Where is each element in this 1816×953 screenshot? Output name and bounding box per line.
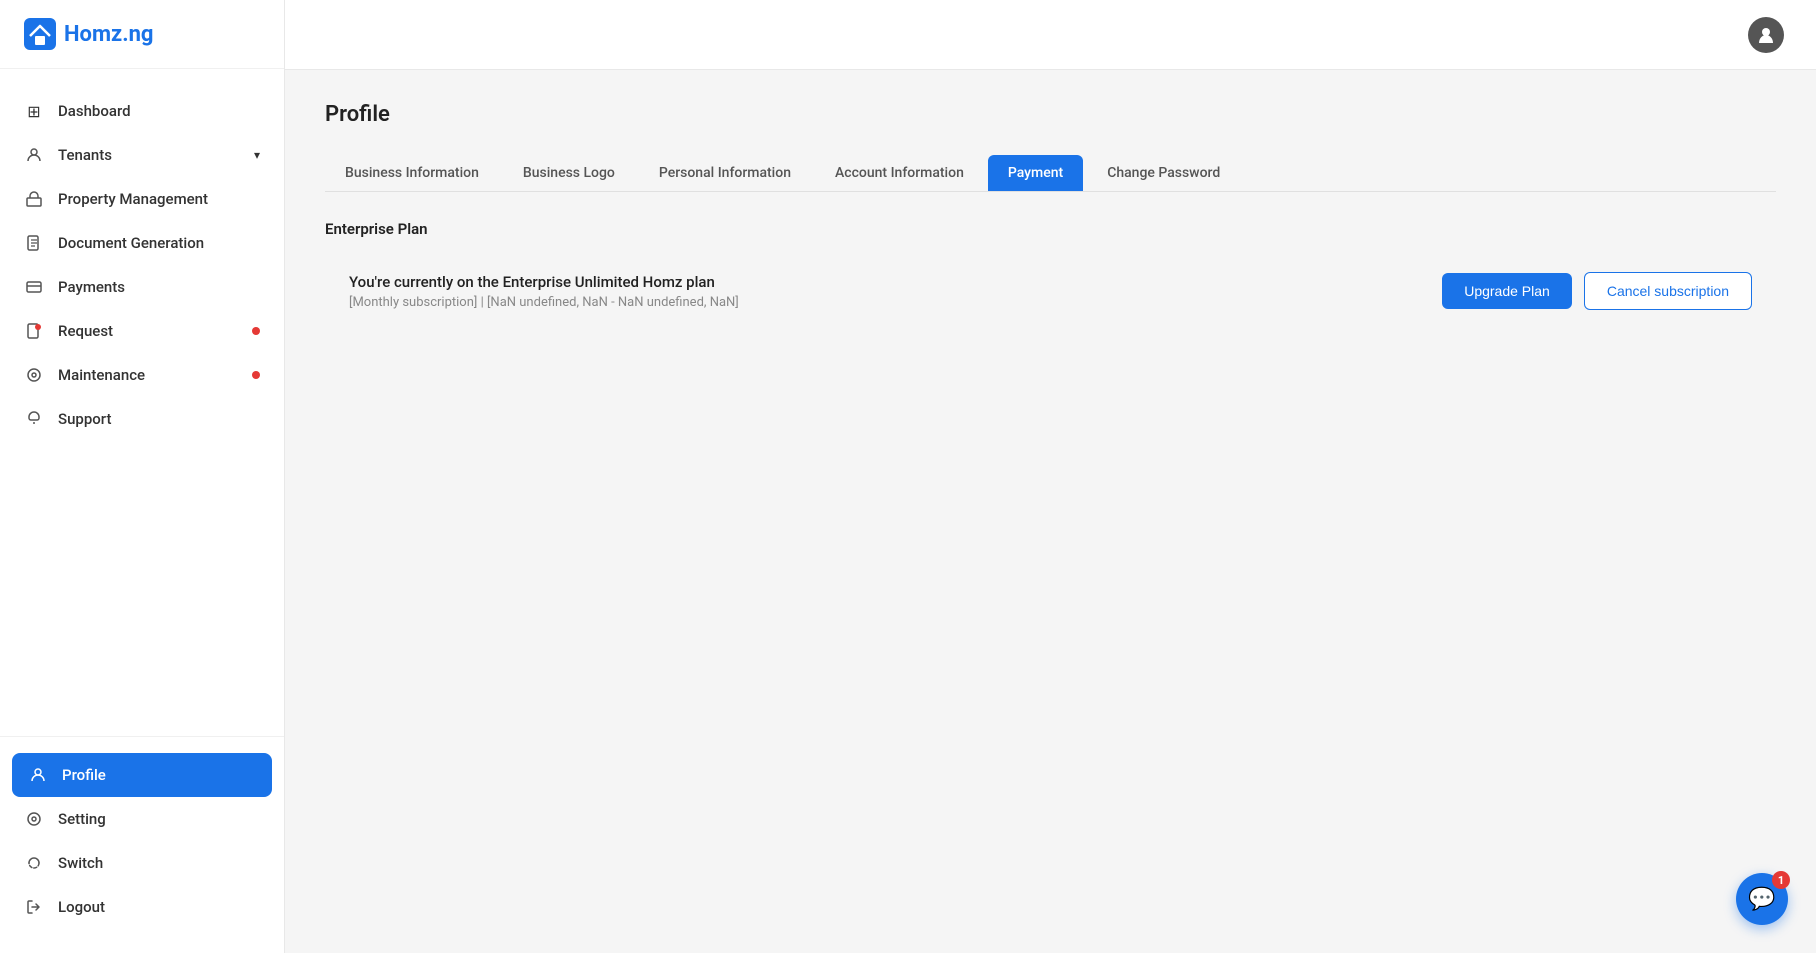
upgrade-plan-button[interactable]: Upgrade Plan <box>1442 273 1572 309</box>
sidebar-item-label: Payments <box>58 278 125 296</box>
setting-icon <box>24 809 44 829</box>
payments-icon <box>24 277 44 297</box>
chat-icon: 💬 <box>1748 887 1775 912</box>
maintenance-badge <box>252 371 260 379</box>
sidebar-item-label: Document Generation <box>58 234 204 252</box>
request-badge <box>252 327 260 335</box>
tab-account-information[interactable]: Account Information <box>815 155 984 191</box>
sidebar-item-setting[interactable]: Setting <box>0 797 284 841</box>
sidebar-item-switch[interactable]: Switch <box>0 841 284 885</box>
chat-fab[interactable]: 💬 1 <box>1736 873 1788 925</box>
main-nav: ⊞ Dashboard Tenants ▾ Property Managemen… <box>0 69 284 736</box>
tab-business-logo[interactable]: Business Logo <box>503 155 635 191</box>
sidebar-item-document-generation[interactable]: Document Generation <box>0 221 284 265</box>
sidebar-item-profile[interactable]: Profile <box>12 753 272 797</box>
sidebar-item-label: Profile <box>62 766 106 784</box>
tab-change-password[interactable]: Change Password <box>1087 155 1240 191</box>
sidebar-item-label: Property Management <box>58 190 208 208</box>
tab-payment[interactable]: Payment <box>988 155 1083 191</box>
switch-icon <box>24 853 44 873</box>
payment-section: Enterprise Plan You're currently on the … <box>325 220 1776 330</box>
sidebar-item-support[interactable]: Support <box>0 397 284 441</box>
sidebar-item-maintenance[interactable]: Maintenance <box>0 353 284 397</box>
sidebar: Homz.ng ⊞ Dashboard Tenants ▾ Property M… <box>0 0 285 953</box>
tab-personal-information[interactable]: Personal Information <box>639 155 811 191</box>
sidebar-bottom: Profile Setting Switch Logout <box>0 736 284 953</box>
sidebar-item-label: Tenants <box>58 146 112 164</box>
sidebar-item-request[interactable]: Request <box>0 309 284 353</box>
logo-area: Homz.ng <box>0 0 284 69</box>
profile-tabs: Business Information Business Logo Perso… <box>325 155 1776 192</box>
sidebar-item-label: Dashboard <box>58 102 131 120</box>
topbar <box>285 0 1816 70</box>
chevron-down-icon: ▾ <box>254 148 260 162</box>
cancel-subscription-button[interactable]: Cancel subscription <box>1584 272 1752 310</box>
sidebar-item-property-management[interactable]: Property Management <box>0 177 284 221</box>
sidebar-item-payments[interactable]: Payments <box>0 265 284 309</box>
sidebar-item-label: Setting <box>58 810 106 828</box>
logout-icon <box>24 897 44 917</box>
plan-info: You're currently on the Enterprise Unlim… <box>349 273 739 310</box>
sidebar-item-dashboard[interactable]: ⊞ Dashboard <box>0 89 284 133</box>
page-title: Profile <box>325 102 1776 127</box>
sidebar-item-tenants[interactable]: Tenants ▾ <box>0 133 284 177</box>
sidebar-item-label: Switch <box>58 854 103 872</box>
support-icon <box>24 409 44 429</box>
property-icon <box>24 189 44 209</box>
chat-badge: 1 <box>1772 871 1790 889</box>
document-icon <box>24 233 44 253</box>
tab-business-information[interactable]: Business Information <box>325 155 499 191</box>
dashboard-icon: ⊞ <box>24 101 44 121</box>
profile-icon <box>28 765 48 785</box>
logo-icon <box>24 18 56 50</box>
main-area: Profile Business Information Business Lo… <box>285 0 1816 953</box>
plan-card: You're currently on the Enterprise Unlim… <box>325 252 1776 330</box>
sidebar-item-label: Support <box>58 410 111 428</box>
plan-name: You're currently on the Enterprise Unlim… <box>349 273 739 291</box>
plan-actions: Upgrade Plan Cancel subscription <box>1442 272 1752 310</box>
content-area: Profile Business Information Business Lo… <box>285 70 1816 953</box>
user-avatar[interactable] <box>1748 17 1784 53</box>
plan-details: [Monthly subscription] | [NaN undefined,… <box>349 295 739 310</box>
sidebar-item-logout[interactable]: Logout <box>0 885 284 929</box>
logo-text: Homz.ng <box>64 22 153 47</box>
maintenance-icon <box>24 365 44 385</box>
sidebar-item-label: Logout <box>58 898 105 916</box>
request-icon <box>24 321 44 341</box>
sidebar-item-label: Maintenance <box>58 366 145 384</box>
plan-section-title: Enterprise Plan <box>325 220 1776 238</box>
tenants-icon <box>24 145 44 165</box>
sidebar-item-label: Request <box>58 322 113 340</box>
